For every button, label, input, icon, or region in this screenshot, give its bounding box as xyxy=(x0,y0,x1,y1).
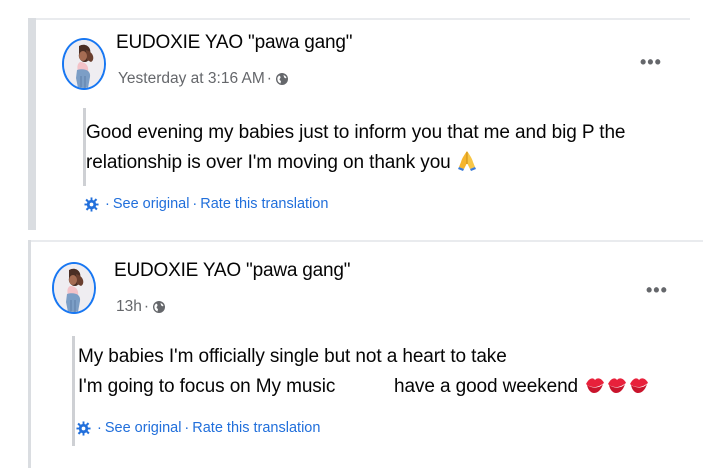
avatar-image xyxy=(54,264,94,312)
post-body-text: have a good weekend xyxy=(394,376,579,397)
card-edge xyxy=(28,240,31,468)
see-original-link[interactable]: See original xyxy=(113,196,190,212)
post-card: EUDOXIE YAO "pawa gang" Yesterday at 3:1… xyxy=(28,18,696,230)
translation-quote-bar xyxy=(72,336,75,446)
avatar[interactable] xyxy=(52,262,96,314)
card-edge xyxy=(28,18,36,230)
post-body-line: Good evening my babies just to inform yo… xyxy=(86,122,626,143)
globe-icon[interactable] xyxy=(152,300,166,314)
post-body-line: relationship is over I'm moving on thank… xyxy=(86,148,478,178)
post-meta: Yesterday at 3:16 AM · xyxy=(118,70,289,88)
more-options-button[interactable]: ••• xyxy=(646,280,668,301)
more-options-button[interactable]: ••• xyxy=(640,52,662,73)
post-body-line: have a good weekend xyxy=(394,372,651,402)
gear-icon xyxy=(76,420,91,436)
footer-separator: · xyxy=(192,196,198,212)
translation-footer: · See original · Rate this translation xyxy=(76,420,320,436)
kiss-mark-emoji xyxy=(586,378,649,393)
post-card: EUDOXIE YAO "pawa gang" 13h · ••• My bab… xyxy=(28,240,708,468)
timestamp[interactable]: 13h xyxy=(116,298,142,316)
translated-posts-screenshot: EUDOXIE YAO "pawa gang" Yesterday at 3:1… xyxy=(0,0,720,468)
card-top-edge xyxy=(31,240,703,242)
author-name[interactable]: EUDOXIE YAO "pawa gang" xyxy=(116,32,353,54)
meta-separator: · xyxy=(266,70,272,87)
globe-icon[interactable] xyxy=(275,72,289,86)
rate-translation-link[interactable]: Rate this translation xyxy=(192,420,320,436)
folded-hands-emoji xyxy=(457,151,476,171)
footer-separator: · xyxy=(105,196,110,212)
avatar[interactable] xyxy=(62,38,106,90)
gear-icon xyxy=(84,196,99,212)
post-meta: 13h · xyxy=(116,298,166,316)
post-body-line: I'm going to focus on My music xyxy=(78,376,336,397)
rate-translation-link[interactable]: Rate this translation xyxy=(200,196,328,212)
see-original-link[interactable]: See original xyxy=(105,420,182,436)
card-top-edge xyxy=(36,18,690,20)
post-body-line: My babies I'm officially single but not … xyxy=(78,346,507,367)
author-name[interactable]: EUDOXIE YAO "pawa gang" xyxy=(114,260,351,282)
post-body-text: relationship is over I'm moving on thank… xyxy=(86,152,451,173)
footer-separator: · xyxy=(97,420,102,436)
meta-separator: · xyxy=(143,298,150,315)
avatar-image xyxy=(64,40,104,88)
footer-separator: · xyxy=(184,420,190,436)
translation-footer: · See original · Rate this translation xyxy=(84,196,328,212)
timestamp[interactable]: Yesterday at 3:16 AM xyxy=(118,70,265,88)
